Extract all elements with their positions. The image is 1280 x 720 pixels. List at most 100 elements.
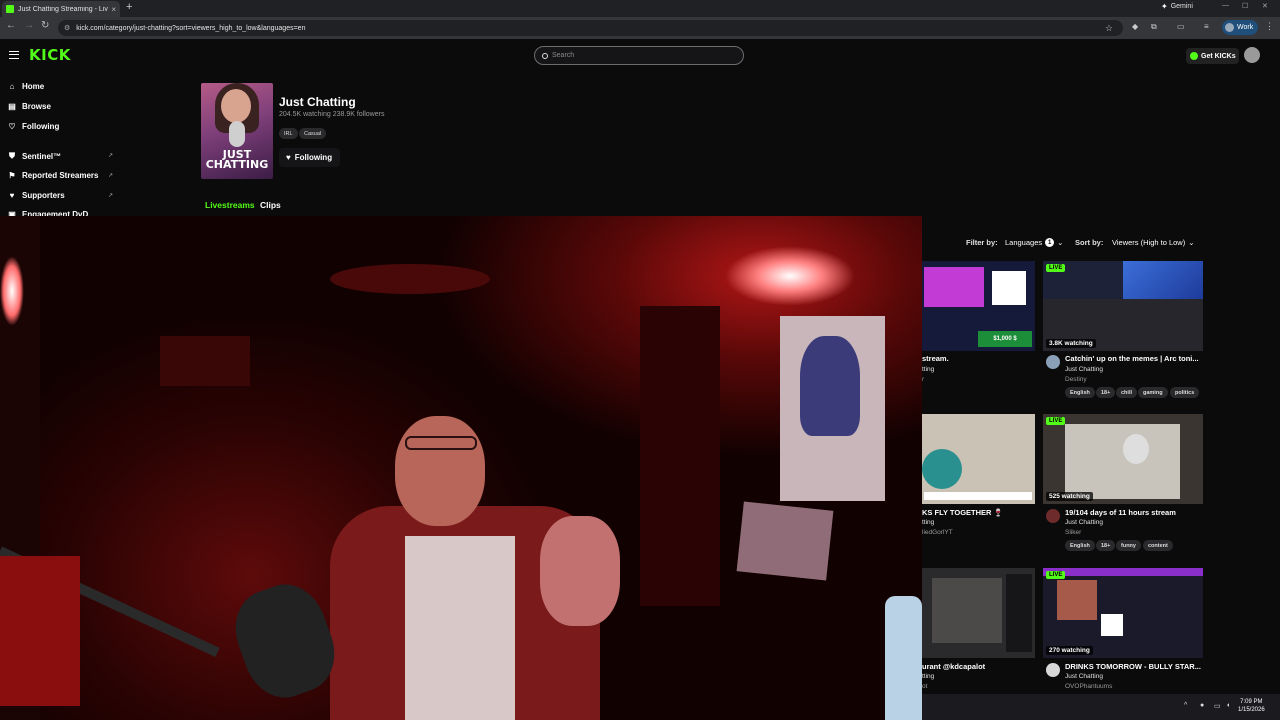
search-input[interactable]: Search — [534, 46, 744, 65]
stream-username[interactable]: ot — [922, 683, 1032, 690]
stream-title[interactable]: 19/104 days of 11 hours stream — [1065, 508, 1203, 517]
stream-category[interactable]: tting — [922, 673, 1032, 680]
sidebar-item-label: Following — [22, 122, 60, 131]
get-kicks-button[interactable]: Get KICKs — [1186, 48, 1239, 64]
sidebar-item-following[interactable]: ♡ Following — [8, 122, 59, 131]
extension-diamond-icon[interactable]: ◆ — [1132, 22, 1138, 31]
kicks-coin-icon — [1190, 52, 1198, 60]
sidebar-item-browse[interactable]: ▤ Browse — [8, 102, 51, 111]
reload-icon[interactable]: ↻ — [41, 20, 49, 31]
stream-username[interactable]: Destiny — [1065, 376, 1203, 383]
gemini-label: Gemini — [1170, 3, 1193, 10]
maximize-icon[interactable]: ☐ — [1242, 2, 1248, 10]
viewer-count: 270 watching — [1046, 646, 1093, 655]
stream-username[interactable]: Sliker — [1065, 529, 1203, 536]
tab-close-icon[interactable]: × — [111, 5, 116, 14]
tray-chevron-icon[interactable]: ^ — [1184, 702, 1187, 709]
stream-thumbnail[interactable]: $1,000 $ — [922, 261, 1035, 351]
profile-button[interactable]: Work — [1222, 20, 1258, 35]
stream-title[interactable]: DRINKS TOMORROW - BULLY STAR... — [1065, 662, 1203, 671]
viewer-count: 525 watching — [1046, 492, 1093, 501]
stream-tag[interactable]: politics — [1170, 387, 1200, 398]
new-tab-button[interactable]: + — [126, 1, 132, 13]
minimize-icon[interactable]: — — [1222, 2, 1229, 9]
volume-icon[interactable]: ◖ — [1226, 702, 1230, 709]
stream-tag[interactable]: funny — [1116, 540, 1141, 551]
stream-tag[interactable]: gaming — [1138, 387, 1168, 398]
category-tag[interactable]: Casual — [299, 128, 327, 139]
external-link-icon: ↗ — [108, 173, 114, 179]
thumb-bed — [1065, 424, 1180, 499]
stream-username[interactable]: r — [922, 376, 1032, 383]
network-icon[interactable]: ▭ — [1214, 702, 1221, 710]
sort-dropdown[interactable]: Viewers (High to Low) ⌄ — [1107, 235, 1200, 250]
tab-title: Just Chatting Streaming - Live — [18, 5, 109, 13]
stream-tag[interactable]: chill — [1116, 387, 1138, 398]
cam-chair — [0, 556, 80, 706]
sort-by-label: Sort by: — [1075, 238, 1104, 247]
languages-dropdown[interactable]: Languages 1 ⌄ — [1000, 235, 1068, 250]
tab-clips[interactable]: Clips — [260, 200, 281, 210]
stream-category[interactable]: Just Chatting — [1065, 366, 1203, 373]
streamer-avatar[interactable] — [1046, 509, 1060, 523]
media-icon[interactable]: ≡ — [1204, 22, 1209, 31]
stream-tag[interactable]: English — [1065, 387, 1095, 398]
browser-tab[interactable]: Just Chatting Streaming - Live × — [2, 1, 120, 17]
stream-category[interactable]: tting — [922, 366, 1032, 373]
extensions-puzzle-icon[interactable]: ⧉ — [1151, 22, 1157, 32]
stream-category[interactable]: Just Chatting — [1065, 519, 1203, 526]
address-bar[interactable]: ⚙ kick.com/category/just-chatting?sort=v… — [58, 20, 1123, 36]
menu-hamburger-icon[interactable] — [9, 51, 19, 59]
bookmark-star-icon[interactable]: ☆ — [1105, 23, 1113, 34]
stream-username[interactable]: OVOPhantuums — [1065, 683, 1203, 690]
browser-menu-icon[interactable]: ⋮ — [1265, 21, 1274, 32]
stream-thumbnail[interactable]: LIVE 270 watching — [1043, 568, 1203, 658]
stream-title[interactable]: urant @kdcapalot — [922, 662, 1032, 671]
back-icon[interactable]: ← — [6, 20, 16, 31]
stream-tag[interactable]: English — [1065, 540, 1095, 551]
stream-thumbnail[interactable]: LIVE 3.8K watching — [1043, 261, 1203, 351]
forward-icon[interactable]: → — [24, 20, 34, 31]
webcam-overlay — [0, 216, 922, 720]
following-button[interactable]: ♥ Following — [279, 148, 340, 167]
cover-text: JUST CHATTING — [201, 149, 273, 170]
user-avatar[interactable] — [1244, 47, 1260, 63]
gemini-button[interactable]: ✦ Gemini — [1161, 2, 1193, 11]
streamer-avatar[interactable] — [1046, 663, 1060, 677]
sidebar-item-sentinel[interactable]: ⛊ Sentinel™ — [8, 151, 61, 161]
stream-title[interactable]: stream. — [922, 354, 1032, 363]
stream-title[interactable]: KS FLY TOGETHER 🍷 — [922, 508, 1032, 517]
cover-face — [221, 89, 251, 123]
site-info-icon[interactable]: ⚙ — [64, 24, 70, 32]
stream-tag[interactable]: 18+ — [1096, 540, 1116, 551]
stream-thumbnail[interactable] — [922, 568, 1035, 658]
thumb-person — [922, 449, 962, 489]
cam-ceiling-fan — [330, 264, 490, 294]
sidebar: ⌂ Home ▤ Browse ♡ Following ⛊ Sentinel™ … — [0, 75, 120, 219]
cam-ceiling-light — [725, 246, 855, 306]
live-badge: LIVE — [1046, 264, 1066, 272]
stream-tag[interactable]: 18+ — [1096, 387, 1116, 398]
category-tag[interactable]: IRL — [279, 128, 298, 139]
stream-tag[interactable]: content — [1143, 540, 1173, 551]
following-label: Following — [294, 153, 333, 162]
tab-livestreams[interactable]: Livestreams — [205, 200, 255, 210]
kick-logo[interactable]: KICK — [29, 46, 71, 64]
stream-category[interactable]: tting — [922, 519, 1032, 526]
thumb-price-banner: $1,000 $ — [978, 331, 1032, 347]
sidebar-item-home[interactable]: ⌂ Home — [8, 82, 45, 91]
stream-username[interactable]: liedGorlYT — [922, 529, 1032, 536]
sidebar-item-supporters[interactable]: ♥ Supporters — [8, 191, 65, 200]
split-view-icon[interactable]: ▭ — [1177, 22, 1185, 31]
thumb-room — [932, 578, 1002, 643]
stream-thumbnail[interactable] — [922, 414, 1035, 504]
stream-thumbnail[interactable]: LIVE 525 watching — [1043, 414, 1203, 504]
microphone-icon[interactable]: ● — [1200, 702, 1204, 709]
thumb-chat-bar — [924, 492, 1032, 500]
streamer-avatar[interactable] — [1046, 355, 1060, 369]
stream-title[interactable]: Catchin' up on the memes | Arc toni... — [1065, 354, 1203, 363]
window-close-icon[interactable]: ✕ — [1262, 2, 1268, 10]
stream-category[interactable]: Just Chatting — [1065, 673, 1203, 680]
sidebar-item-reported-streamers[interactable]: ⚑ Reported Streamers — [8, 171, 98, 180]
taskbar-clock[interactable]: 7:09 PM 1/15/2026 — [1238, 698, 1265, 714]
